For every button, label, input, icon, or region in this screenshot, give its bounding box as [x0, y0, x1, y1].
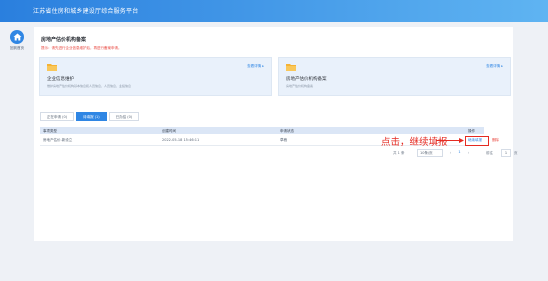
arrow-icon — [436, 138, 464, 143]
prev-page-button[interactable]: ‹ — [447, 149, 454, 157]
top-bar: 江苏省住房和城乡建设厅综合服务平台 — [0, 0, 548, 22]
goto-label: 前往 — [486, 151, 493, 155]
home-icon — [10, 30, 24, 44]
app-title: 江苏省住房和城乡建设厅综合服务平台 — [33, 8, 139, 15]
home-label: 回到首页 — [10, 46, 24, 50]
home-button[interactable]: 回到首页 — [5, 30, 29, 51]
page-suffix: 页 — [514, 151, 518, 155]
total-count: 共 1 条 — [393, 151, 405, 155]
main-panel: 房地产估价机构备案 提示：请先进行企业信息维护后，再进行备案申请。 企业信息维护… — [34, 27, 518, 241]
page-number[interactable]: 1 — [456, 149, 463, 157]
next-page-button[interactable]: › — [465, 149, 472, 157]
page-size-select[interactable]: 10条/页 — [417, 149, 443, 157]
goto-page-input[interactable]: 1 — [501, 149, 511, 157]
